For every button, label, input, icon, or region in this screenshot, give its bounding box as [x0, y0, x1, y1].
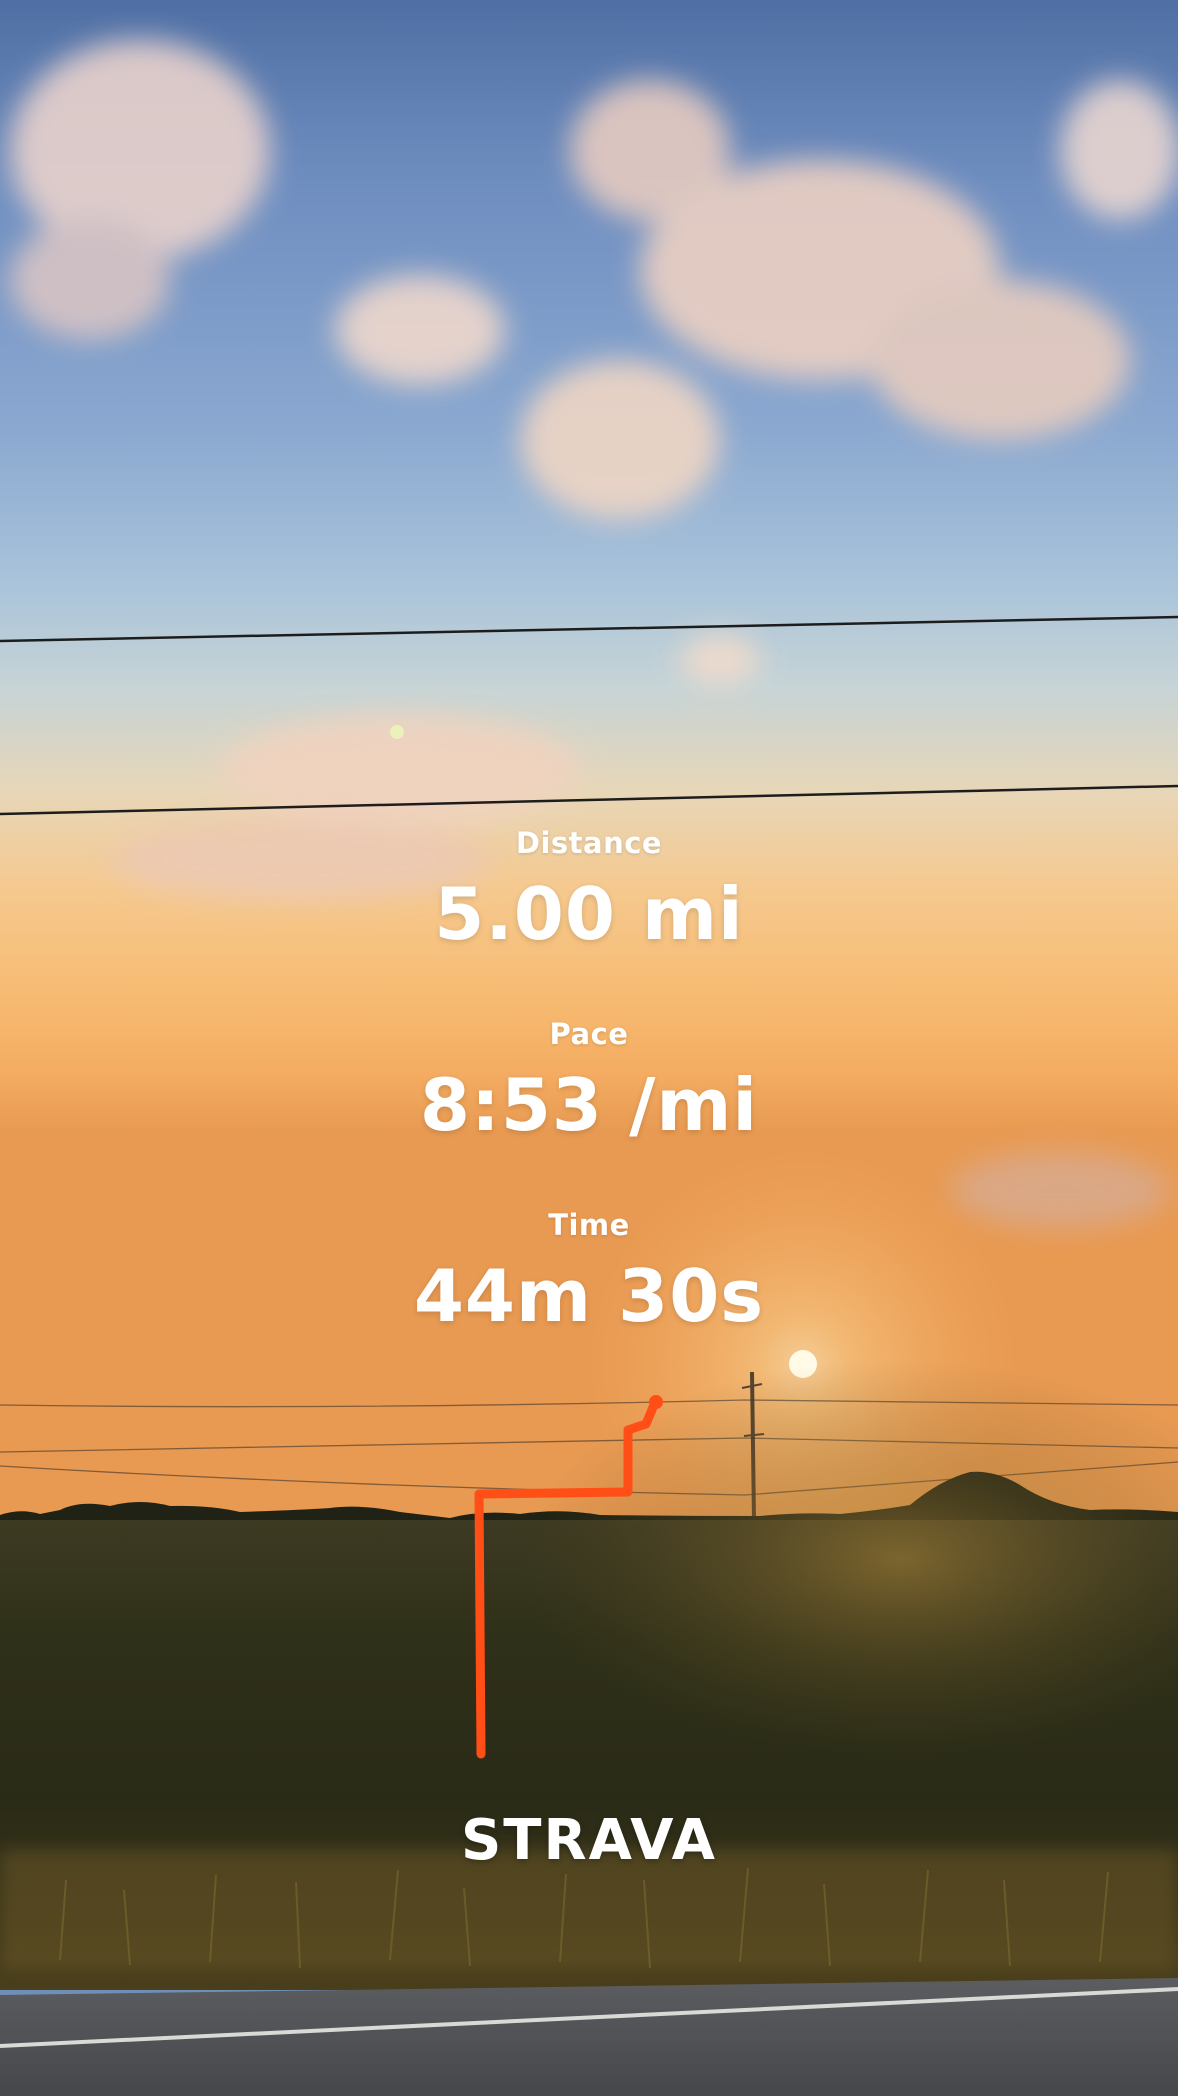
time-label: Time [548, 1208, 630, 1242]
distance-value: 5.00 mi [434, 872, 744, 956]
strava-logo: STRAVA [460, 1808, 718, 1873]
time-value: 44m 30s [413, 1254, 765, 1338]
distance-label: Distance [515, 826, 663, 860]
pace-label: Pace [549, 1017, 629, 1051]
route-end-dot [649, 1395, 663, 1409]
route-line [474, 1395, 661, 1759]
pace-value: 8:53 /mi [419, 1063, 759, 1147]
story-overlay: Distance 5.00 mi Pace 8:53 /mi Time 44m … [0, 0, 1178, 2096]
